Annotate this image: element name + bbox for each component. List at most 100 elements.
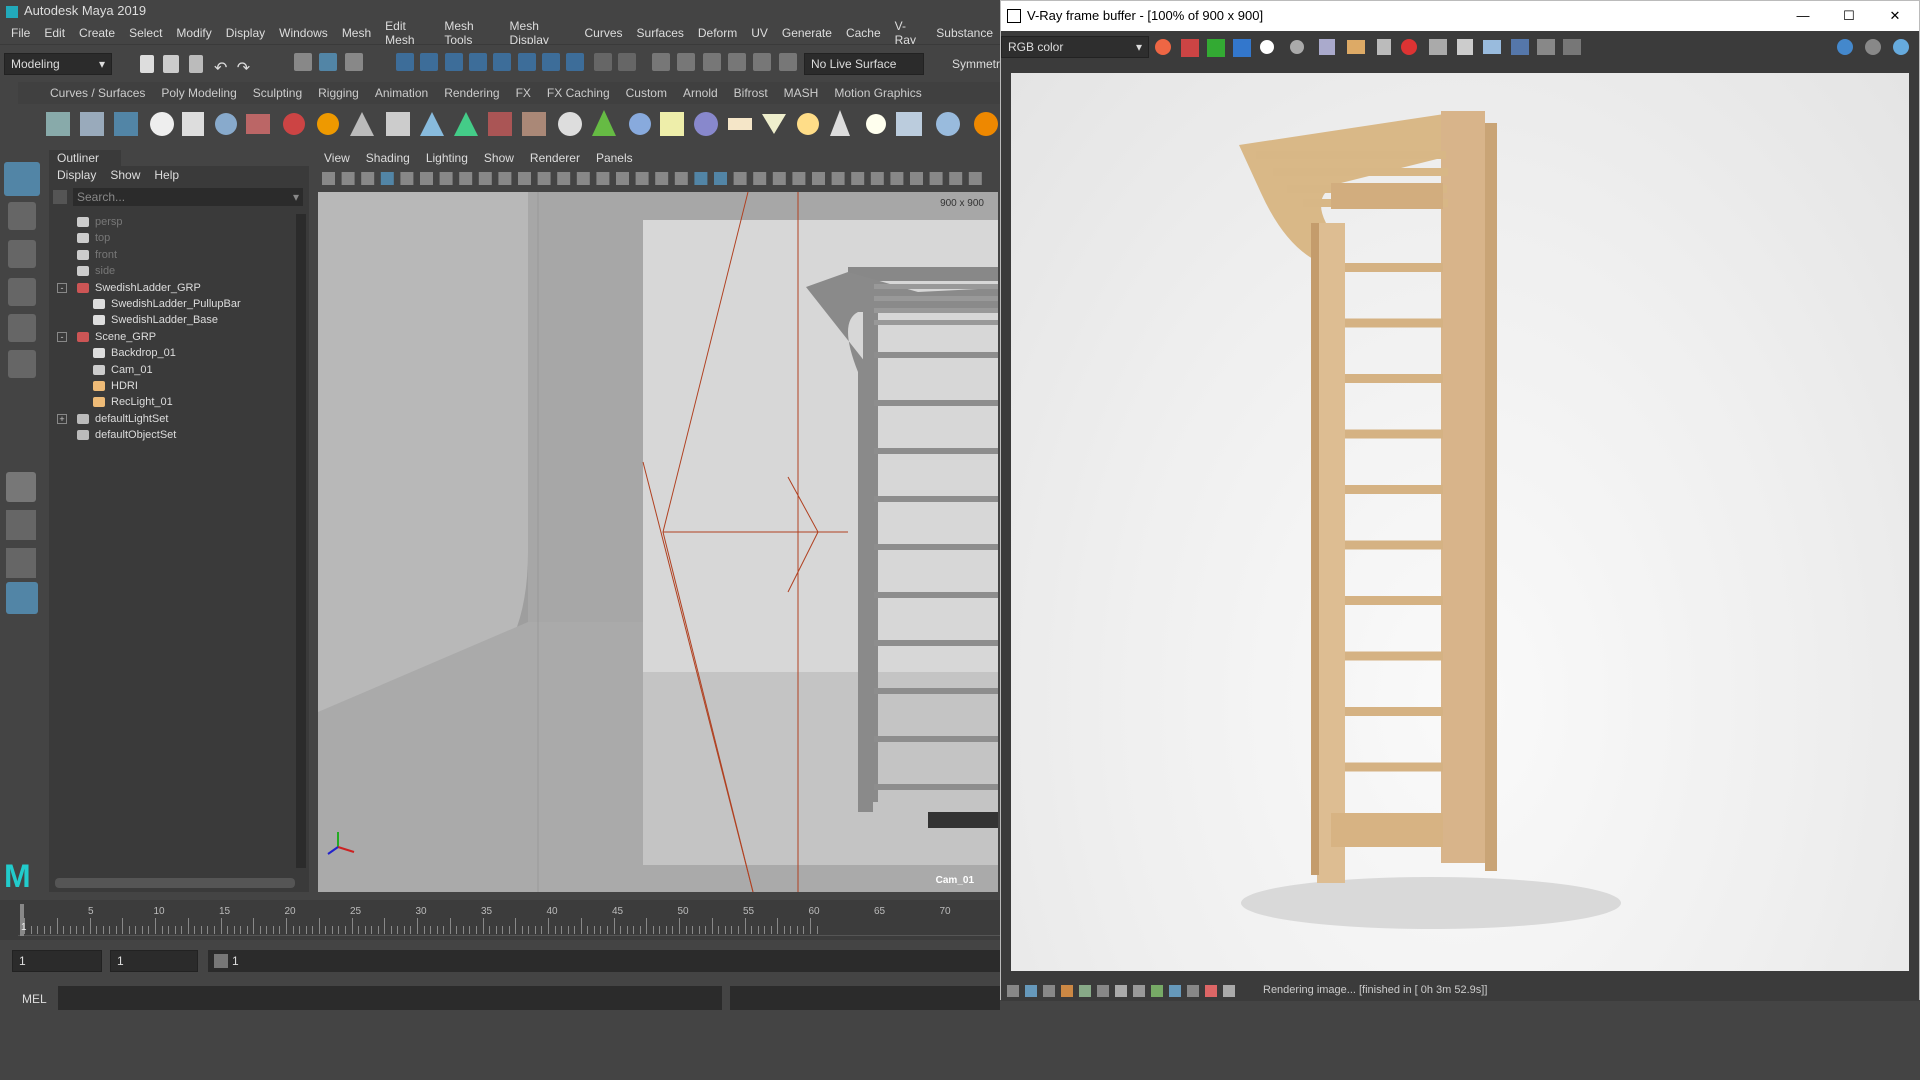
outliner-item[interactable]: HDRI (49, 378, 295, 394)
snap-view-icon[interactable] (469, 53, 488, 71)
viewport-tool-icon[interactable] (341, 172, 355, 185)
lens-effects-icon[interactable] (1511, 39, 1529, 55)
vray-sphere-icon[interactable] (694, 112, 718, 136)
vray-backdrop-icon[interactable] (896, 112, 922, 136)
vray-ipr-icon[interactable] (283, 113, 305, 135)
menu-substance[interactable]: Substance (929, 26, 1000, 40)
outliner-item[interactable]: SwedishLadder_PullupBar (49, 296, 295, 312)
menu-v-ray[interactable]: V-Ray (888, 19, 930, 47)
vray-curve-icon[interactable] (660, 112, 684, 136)
collapse-icon[interactable]: - (57, 282, 67, 293)
menu-deform[interactable]: Deform (691, 26, 744, 40)
outliner-item[interactable]: - Scene_GRP (49, 329, 295, 345)
outliner-item[interactable]: persp (49, 214, 295, 230)
menu-edit[interactable]: Edit (37, 26, 72, 40)
open-scene-icon[interactable] (163, 55, 180, 73)
maximize-button[interactable]: ☐ (1827, 1, 1871, 31)
viewport-tool-icon[interactable] (439, 172, 453, 185)
outliner-layout-icon[interactable] (6, 582, 38, 614)
input-ops-icon[interactable] (618, 53, 637, 71)
clear-image-icon[interactable] (1377, 39, 1391, 55)
viewport-menu-panels[interactable]: Panels (596, 150, 633, 166)
viewport-menu-show[interactable]: Show (484, 150, 514, 166)
menu-surfaces[interactable]: Surfaces (630, 26, 691, 40)
save-scene-icon[interactable] (188, 55, 203, 73)
symmetry-label[interactable]: Symmetry (952, 57, 1006, 71)
viewport-tool-icon[interactable] (772, 172, 786, 185)
outliner-item[interactable]: + defaultLightSet (49, 411, 295, 427)
outliner-tab[interactable]: Outliner (49, 150, 121, 166)
menu-curves[interactable]: Curves (578, 26, 630, 40)
vray-rect-light-icon[interactable] (522, 112, 546, 136)
status-icon-8[interactable] (1133, 985, 1145, 997)
shelf-tab-curves-surfaces[interactable]: Curves / Surfaces (42, 86, 153, 100)
menu-generate[interactable]: Generate (775, 26, 839, 40)
shelf-tab-fx[interactable]: FX (508, 86, 539, 100)
viewport-tool-icon[interactable] (459, 172, 473, 185)
snap-edge-icon[interactable] (517, 53, 536, 71)
snap-live-icon[interactable] (566, 53, 585, 71)
render-setup-icon[interactable] (778, 53, 797, 71)
render-frame-icon[interactable] (652, 53, 670, 71)
menu-select[interactable]: Select (122, 26, 169, 40)
shelf-tab-sculpting[interactable]: Sculpting (245, 86, 310, 100)
shelf-tab-motion-graphics[interactable]: Motion Graphics (826, 86, 929, 100)
track-mouse-icon[interactable] (1483, 40, 1501, 54)
live-surface-field[interactable]: No Live Surface (804, 53, 924, 75)
zoom-100-icon[interactable] (1537, 39, 1555, 55)
viewport-tool-icon[interactable] (616, 172, 629, 185)
nurbs-sphere-icon[interactable] (46, 112, 70, 136)
red-channel-icon[interactable] (1181, 39, 1199, 57)
menu-display[interactable]: Display (219, 26, 272, 40)
snap-curve-icon[interactable] (420, 53, 439, 71)
viewport-tool-icon[interactable] (733, 172, 747, 185)
menu-create[interactable]: Create (72, 26, 122, 40)
vray-env-icon[interactable] (974, 112, 998, 136)
outliner-item[interactable]: RecLight_01 (49, 394, 295, 410)
mel-input[interactable] (58, 986, 722, 1010)
viewport-tool-icon[interactable] (635, 172, 649, 185)
shelf-tab-mash[interactable]: MASH (776, 86, 827, 100)
viewport-tool-icon[interactable] (870, 172, 884, 185)
shelf-tab-animation[interactable]: Animation (367, 86, 436, 100)
shelf-tab-custom[interactable]: Custom (618, 86, 675, 100)
outliner-item[interactable]: Backdrop_01 (49, 345, 295, 361)
viewport-tool-icon[interactable] (929, 172, 943, 185)
status-icon-13[interactable] (1223, 985, 1235, 997)
menu-mesh-tools[interactable]: Mesh Tools (437, 19, 502, 47)
viewport-canvas[interactable]: 900 x 900 Cam_01 (318, 192, 998, 892)
expand-icon[interactable]: + (57, 413, 67, 424)
menu-mesh-display[interactable]: Mesh Display (503, 19, 578, 47)
vray-spot-icon[interactable] (762, 114, 786, 134)
status-icon-10[interactable] (1169, 985, 1181, 997)
vray-fur-icon[interactable] (592, 110, 616, 136)
select-tool-icon[interactable] (4, 162, 40, 196)
vray-sun-icon[interactable] (797, 113, 819, 135)
outliner-scrollbar-h[interactable] (55, 878, 295, 888)
vray-mesh-icon[interactable] (386, 112, 410, 136)
outliner-item[interactable]: top (49, 230, 295, 246)
move-tool-icon[interactable] (8, 278, 36, 306)
mel-label[interactable]: MEL (22, 992, 47, 1006)
vray-plane-icon[interactable] (728, 118, 752, 130)
new-scene-icon[interactable] (140, 55, 154, 73)
paint-select-icon[interactable] (8, 240, 36, 268)
render-layer-icon[interactable] (114, 112, 138, 136)
menu-cache[interactable]: Cache (839, 26, 888, 40)
select-object-icon[interactable] (319, 53, 338, 71)
time-slider[interactable]: 5101520253035404550556065707580859095100… (0, 900, 1611, 940)
vray-light-icon[interactable] (420, 112, 444, 136)
snap-surface-icon[interactable] (493, 53, 512, 71)
viewport-tool-icon[interactable] (968, 172, 982, 185)
status-icon-12[interactable] (1205, 985, 1217, 997)
mono-channel-icon[interactable] (1290, 40, 1304, 54)
color-corrections-icon[interactable] (1155, 39, 1171, 55)
status-icon-5[interactable] (1079, 985, 1091, 997)
shelf-tab-fx-caching[interactable]: FX Caching (539, 86, 618, 100)
viewport-menu-shading[interactable]: Shading (366, 150, 410, 166)
outliner-search-field[interactable]: Search... ▾ (73, 188, 303, 206)
ipr-render-icon[interactable] (677, 53, 696, 71)
start-frame-field[interactable]: 1 (12, 950, 102, 972)
viewport-tool-icon[interactable] (851, 172, 865, 185)
minimize-button[interactable]: — (1781, 1, 1825, 31)
